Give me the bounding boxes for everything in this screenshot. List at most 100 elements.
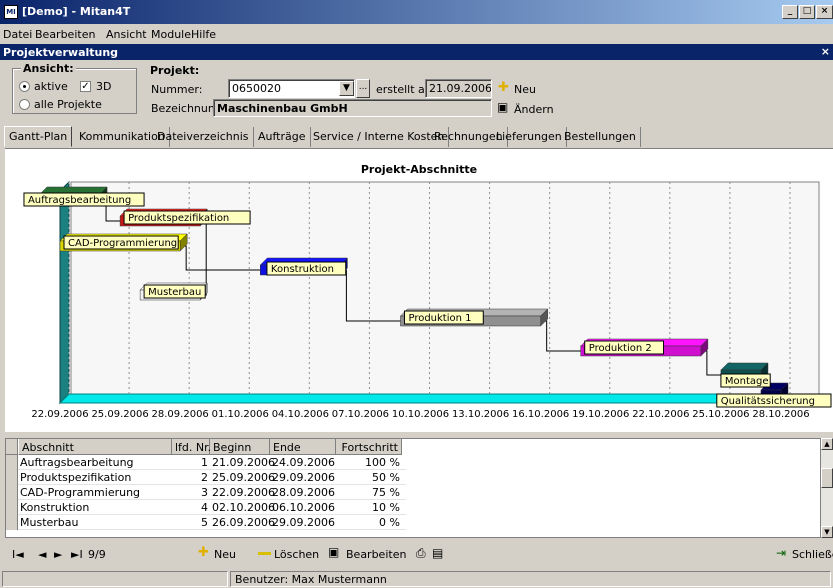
- project-name-value: Maschinenbau GmbH: [217, 102, 348, 115]
- record-counter: 9/9: [88, 548, 106, 561]
- menu-hilfe[interactable]: Hilfe: [191, 28, 216, 41]
- chevron-down-icon[interactable]: ▼: [339, 81, 354, 96]
- edit-project-button[interactable]: Ändern: [514, 103, 554, 116]
- close-window-button[interactable]: ×: [816, 5, 833, 19]
- subwindow-close-icon[interactable]: ×: [821, 45, 830, 58]
- created-date-value: 21.09.2006: [429, 82, 492, 95]
- cell-fortschritt: 0 %: [379, 516, 400, 529]
- row-selector[interactable]: [6, 485, 18, 500]
- checkbox-3d-label[interactable]: 3D: [96, 80, 111, 93]
- scroll-thumb[interactable]: [821, 468, 833, 488]
- cell-fortschritt: 100 %: [365, 456, 400, 469]
- tab-dateiverzeichnis[interactable]: Dateiverzeichnis: [153, 127, 254, 147]
- number-label: Nummer:: [151, 83, 203, 96]
- prev-record-icon[interactable]: ◄: [38, 548, 46, 561]
- menu-datei[interactable]: Datei: [3, 28, 32, 41]
- chart-floor: [58, 393, 821, 404]
- x-tick-label: 04.10.2006: [272, 409, 329, 420]
- project-number-value: 0650020: [232, 82, 281, 95]
- cell-nr: 2: [201, 471, 208, 484]
- cell-fortschritt: 75 %: [372, 486, 400, 499]
- tab-lieferungen[interactable]: Lieferungen: [492, 127, 567, 147]
- gantt-chart: Projekt-Abschnitte 22.09.2006 25.09.2006 28…: [23, 163, 832, 420]
- subwindow-title-bar: Projektverwaltung ×: [0, 44, 833, 60]
- table-row[interactable]: Musterbau 5 26.09.2006 29.09.2006 0 %: [6, 515, 406, 530]
- sections-table: Abschnitt lfd. Nr. Beginn Ende Fortschri…: [5, 438, 821, 538]
- status-panel-empty: [2, 571, 228, 587]
- table-row[interactable]: Auftragsbearbeitung 1 21.09.2006 24.09.2006…: [6, 455, 406, 470]
- tab-service[interactable]: Service / Interne Kosten: [309, 127, 450, 147]
- minimize-button[interactable]: _: [782, 5, 798, 19]
- status-user: Benutzer: Max Mustermann: [235, 573, 387, 586]
- row-header-corner: [6, 439, 18, 455]
- cell-fortschritt: 50 %: [372, 471, 400, 484]
- cell-beginn: 22.09.2006: [212, 486, 275, 499]
- menu-bearbeiten[interactable]: Bearbeiten: [35, 28, 95, 41]
- radio-all-projects-label[interactable]: alle Projekte: [34, 98, 102, 111]
- view-group-label: Ansicht:: [21, 62, 76, 75]
- title-bar: MI [Demo] - Mitan4T _ □ ×: [0, 0, 833, 24]
- name-label: Bezeichnung: [151, 102, 222, 115]
- cell-nr: 3: [201, 486, 208, 499]
- close-button[interactable]: Schließen: [792, 548, 833, 561]
- radio-active[interactable]: [19, 81, 30, 92]
- cell-beginn: 26.09.2006: [212, 516, 275, 529]
- task-label: Produktion 1: [408, 313, 471, 324]
- first-record-icon[interactable]: I◄: [12, 548, 24, 561]
- tab-auftraege[interactable]: Aufträge: [254, 127, 311, 147]
- cell-nr: 4: [201, 501, 208, 514]
- cell-abschnitt: CAD-Programmierung: [20, 486, 141, 499]
- menu-ansicht[interactable]: Ansicht: [106, 28, 147, 41]
- subwindow-title: Projektverwaltung: [3, 46, 119, 59]
- x-tick-label: 16.10.2006: [512, 409, 569, 420]
- new-project-button[interactable]: Neu: [514, 83, 536, 96]
- tab-gantt-plan[interactable]: Gantt-Plan: [4, 126, 73, 147]
- col-header-fortschritt[interactable]: Fortschritt: [336, 439, 402, 455]
- col-header-beginn[interactable]: Beginn: [210, 439, 270, 455]
- table-row[interactable]: CAD-Programmierung 3 22.09.2006 28.09.2006 7…: [6, 485, 406, 500]
- next-record-icon[interactable]: ►: [54, 548, 62, 561]
- x-tick-label: 10.10.2006: [392, 409, 449, 420]
- menu-bar: Datei Bearbeiten Ansicht Module Hilfe: [0, 25, 833, 43]
- row-selector[interactable]: [6, 470, 18, 485]
- task-label: Produktspezifikation: [128, 213, 229, 224]
- browse-button[interactable]: ...: [356, 79, 370, 98]
- scroll-down-icon[interactable]: ▼: [821, 526, 833, 538]
- tab-label: Aufträge: [258, 130, 306, 143]
- menu-module[interactable]: Module: [151, 28, 191, 41]
- table-row[interactable]: Konstruktion 4 02.10.2006 06.10.2006 10 %: [6, 500, 406, 515]
- edit-button[interactable]: Bearbeiten: [346, 548, 406, 561]
- cell-abschnitt: Auftragsbearbeitung: [20, 456, 134, 469]
- task-label: Musterbau: [148, 287, 201, 298]
- created-date-field: 21.09.2006: [425, 79, 492, 98]
- project-number-select[interactable]: 0650020: [228, 79, 355, 98]
- row-selector[interactable]: [6, 500, 18, 515]
- x-tick-label: 01.10.2006: [212, 409, 269, 420]
- print-preview-icon[interactable]: ▤: [432, 546, 443, 560]
- print-icon[interactable]: ⎙: [416, 546, 426, 561]
- row-selector[interactable]: [6, 455, 18, 470]
- radio-all-projects[interactable]: [19, 99, 30, 110]
- edit-icon: ▣: [497, 100, 509, 114]
- table-row[interactable]: Produktspezifikation 2 25.09.2006 29.09.200…: [6, 470, 406, 485]
- col-header-ende[interactable]: Ende: [270, 439, 336, 455]
- cell-beginn: 02.10.2006: [212, 501, 275, 514]
- x-tick-label: 28.10.2006: [752, 409, 809, 420]
- scroll-up-icon[interactable]: ▲: [821, 438, 833, 450]
- cell-abschnitt: Musterbau: [20, 516, 79, 529]
- tab-bestellungen[interactable]: Bestellungen: [560, 127, 641, 147]
- task-label: Konstruktion: [271, 264, 334, 275]
- table-scrollbar[interactable]: ▲ ▼: [821, 438, 833, 538]
- last-record-icon[interactable]: ►I: [71, 548, 83, 561]
- window-title: [Demo] - Mitan4T: [22, 5, 131, 18]
- checkbox-3d[interactable]: ✓: [80, 81, 91, 92]
- new-button[interactable]: Neu: [214, 548, 236, 561]
- maximize-button[interactable]: □: [799, 5, 815, 19]
- status-bar: Benutzer: Max Mustermann: [0, 570, 833, 588]
- delete-button[interactable]: Löschen: [274, 548, 319, 561]
- col-header-abschnitt[interactable]: Abschnitt: [18, 439, 172, 455]
- col-header-nr[interactable]: lfd. Nr.: [172, 439, 211, 455]
- radio-active-label[interactable]: aktive: [34, 80, 68, 93]
- row-selector[interactable]: [6, 515, 18, 530]
- gantt-chart-panel: Projekt-Abschnitte 22.09.2006 25.09.2006 28…: [5, 148, 833, 432]
